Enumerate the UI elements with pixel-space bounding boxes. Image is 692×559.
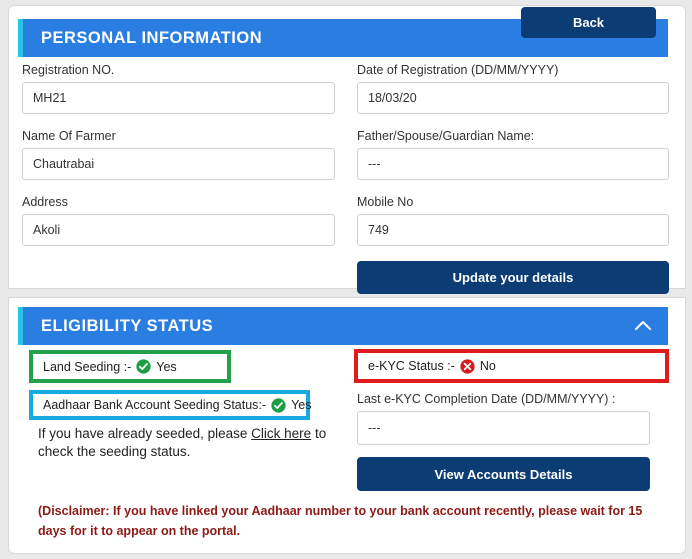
land-seeding-value: Yes: [156, 359, 177, 374]
name-of-farmer-field: Name Of Farmer: [22, 128, 335, 180]
mobile-no-label: Mobile No: [357, 195, 414, 209]
registration-no-field: Registration NO.: [22, 62, 335, 114]
ekyc-status-value: No: [479, 359, 496, 373]
date-of-registration-field: Date of Registration (DD/MM/YYYY): [357, 62, 669, 114]
chevron-up-icon[interactable]: [630, 313, 656, 339]
registration-no-label: Registration NO.: [22, 63, 115, 77]
last-ekyc-completion-date-input[interactable]: [357, 411, 650, 445]
eligibility-status-title: ELIGIBILITY STATUS: [41, 316, 214, 335]
check-circle-icon: [136, 359, 151, 374]
update-your-details-button[interactable]: Update your details: [357, 261, 669, 294]
mobile-no-field: Mobile No: [357, 194, 669, 246]
date-of-registration-label: Date of Registration (DD/MM/YYYY): [357, 63, 559, 77]
land-seeding-label: Land Seeding :-: [43, 359, 132, 374]
address-input[interactable]: [22, 214, 335, 246]
address-field: Address: [22, 194, 335, 246]
ekyc-status-box: e-KYC Status :- No: [354, 349, 669, 383]
last-ekyc-completion-date-field: Last e-KYC Completion Date (DD/MM/YYYY) …: [357, 391, 650, 445]
date-of-registration-input[interactable]: [357, 82, 669, 114]
father-spouse-guardian-label: Father/Spouse/Guardian Name:: [357, 129, 535, 143]
mobile-no-input[interactable]: [357, 214, 669, 246]
cross-circle-icon: [460, 358, 475, 374]
father-spouse-guardian-field: Father/Spouse/Guardian Name:: [357, 128, 669, 180]
registration-no-input[interactable]: [22, 82, 335, 114]
land-seeding-status-box: Land Seeding :- Yes: [29, 350, 231, 383]
father-spouse-guardian-input[interactable]: [357, 148, 669, 180]
page-root: PERSONAL INFORMATION Back Registration N…: [0, 0, 692, 559]
click-here-link[interactable]: Click here: [251, 426, 311, 441]
name-of-farmer-input[interactable]: [22, 148, 335, 180]
seeding-help-text: If you have already seeded, please Click…: [38, 425, 338, 461]
seeding-help-prefix: If you have already seeded, please: [38, 426, 252, 441]
aadhaar-bank-seeding-status-box: Aadhaar Bank Account Seeding Status:- Ye…: [29, 390, 312, 420]
disclaimer-text: (Disclaimer: If you have linked your Aad…: [38, 504, 643, 538]
last-ekyc-completion-date-label: Last e-KYC Completion Date (DD/MM/YYYY) …: [357, 392, 616, 406]
name-of-farmer-label: Name Of Farmer: [22, 129, 116, 143]
address-label: Address: [22, 195, 68, 209]
aadhaar-bank-seeding-value: Yes: [291, 398, 312, 412]
view-accounts-details-button[interactable]: View Accounts Details: [357, 457, 650, 491]
check-circle-icon: [271, 397, 286, 413]
eligibility-status-header: ELIGIBILITY STATUS: [18, 307, 668, 345]
ekyc-status-label: e-KYC Status :-: [368, 359, 455, 373]
aadhaar-bank-seeding-label: Aadhaar Bank Account Seeding Status:-: [43, 398, 267, 412]
back-button[interactable]: Back: [521, 7, 656, 38]
